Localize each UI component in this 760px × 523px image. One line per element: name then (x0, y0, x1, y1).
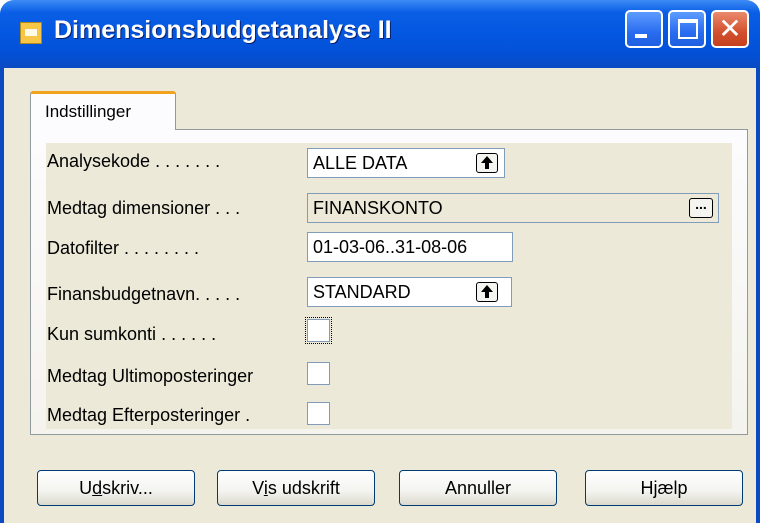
preview-button-label-end: s udskrift (267, 478, 340, 498)
finansbudgetnavn-label-text: Finansbudgetnavn. (47, 284, 201, 304)
analysekode-value: ALLE DATA (313, 153, 408, 173)
datofilter-value: 01-03-06..31-08-06 (313, 237, 468, 257)
datofilter-label: Datofilter . . . . . . . . (47, 238, 199, 259)
finansbudgetnavn-field[interactable]: STANDARD (307, 277, 512, 307)
finansbudgetnavn-lookup-button[interactable] (476, 282, 498, 302)
analysekode-label-text: Analysekode (47, 151, 151, 171)
medtag-ultimo-checkbox[interactable] (307, 362, 330, 385)
medtag-dimensioner-value: FINANSKONTO (313, 198, 443, 218)
print-button-label-end: skriv... (102, 478, 153, 498)
up-arrow-stem (485, 163, 489, 169)
medtag-ultimo-label: Medtag Ultimoposteringer (47, 366, 253, 387)
datofilter-field[interactable]: 01-03-06..31-08-06 (307, 232, 513, 262)
close-icon: ✕ (718, 12, 742, 45)
up-arrow-stem (485, 292, 489, 298)
medtag-dimensioner-assist-button[interactable]: ... (689, 197, 713, 218)
analysekode-label: Analysekode . . . . . . . (47, 151, 220, 172)
medtag-ultimo-label-text: Medtag Ultimoposteringer (47, 366, 254, 386)
datofilter-dots: . . . . . . . . (119, 238, 200, 258)
minimize-icon (635, 34, 647, 38)
medtag-efter-checkbox[interactable] (307, 402, 330, 425)
datofilter-label-text: Datofilter (47, 238, 120, 258)
preview-button-label-start: V (252, 478, 264, 498)
app-icon[interactable] (20, 22, 42, 44)
up-arrow-icon (481, 156, 493, 163)
finansbudgetnavn-dots: . . . . (200, 284, 241, 304)
medtag-dimensioner-label: Medtag dimensioner . . . (47, 198, 240, 219)
maximize-icon (678, 19, 698, 39)
up-arrow-icon (481, 285, 493, 292)
title-bar[interactable]: Dimensionsbudgetanalyse II ✕ (0, 0, 760, 68)
medtag-efter-label: Medtag Efterposteringer . (47, 405, 250, 426)
minimize-button[interactable] (625, 10, 663, 48)
kun-sumkonti-dots: . . . . . . (156, 324, 217, 344)
close-button[interactable]: ✕ (711, 10, 749, 48)
finansbudgetnavn-value: STANDARD (313, 282, 411, 302)
print-button-mnemonic: d (92, 478, 103, 498)
kun-sumkonti-label: Kun sumkonti . . . . . . (47, 324, 216, 345)
cancel-button[interactable]: Annuller (399, 470, 557, 506)
tab-label: Indstillinger (45, 102, 131, 121)
maximize-button[interactable] (668, 10, 706, 48)
medtag-dimensioner-field[interactable]: FINANSKONTO ... (307, 193, 719, 223)
window-title: Dimensionsbudgetanalyse II (54, 16, 392, 44)
medtag-dimensioner-dots: . . . (210, 198, 241, 218)
medtag-efter-label-text: Medtag Efterposteringer (47, 405, 241, 425)
help-button[interactable]: Hjælp (585, 470, 743, 506)
analysekode-lookup-button[interactable] (476, 153, 498, 173)
preview-button[interactable]: Vis udskrift (217, 470, 375, 506)
analysekode-dots: . . . . . . . (150, 151, 221, 171)
dialog-window: Dimensionsbudgetanalyse II ✕ Indstilling… (0, 0, 760, 523)
finansbudgetnavn-label: Finansbudgetnavn. . . . . (47, 284, 240, 305)
kun-sumkonti-checkbox[interactable] (305, 317, 332, 344)
analysekode-field[interactable]: ALLE DATA (307, 148, 505, 178)
kun-sumkonti-label-text: Kun sumkonti (47, 324, 157, 344)
tab-indstillinger[interactable]: Indstillinger (30, 91, 176, 130)
print-button-label-start: U (79, 478, 93, 498)
print-button[interactable]: Udskriv... (37, 470, 195, 506)
medtag-dimensioner-label-text: Medtag dimensioner (47, 198, 211, 218)
medtag-efter-dots: . (240, 405, 251, 425)
